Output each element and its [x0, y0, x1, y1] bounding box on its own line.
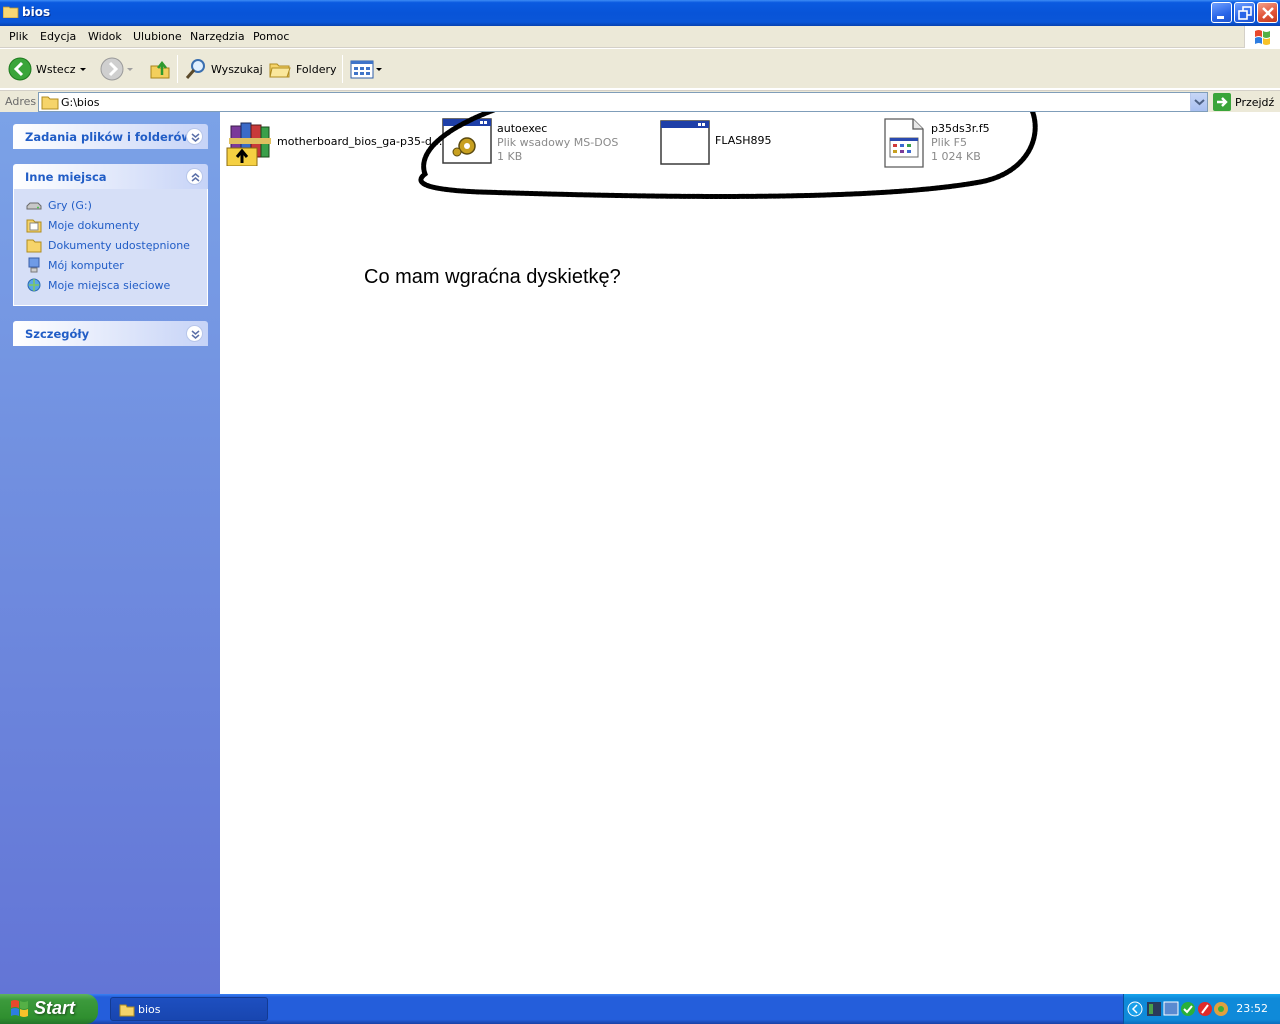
toolbar-separator [177, 55, 178, 83]
place-moje-dokumenty[interactable]: Moje dokumenty [26, 217, 140, 233]
clock: 23:52 [1236, 1002, 1268, 1015]
menu-bar: Plik Edycja Widok Ulubione Narzędzia Pom… [0, 26, 1280, 48]
place-dokumenty-udostepnione[interactable]: Dokumenty udostępnione [26, 237, 190, 253]
other-places-panel-header[interactable]: Inne miejsca [13, 164, 208, 189]
go-button[interactable]: Przejdź [1213, 93, 1274, 111]
folder-icon [119, 1004, 135, 1017]
close-icon [1262, 7, 1274, 19]
collapse-icon[interactable] [186, 168, 203, 185]
title-bar[interactable]: bios [0, 0, 1280, 26]
up-folder-icon [150, 60, 170, 79]
place-label: Dokumenty udostępnione [48, 238, 190, 252]
folders-button[interactable]: Foldery [268, 55, 337, 83]
taskbar-window-bios[interactable]: bios [110, 997, 268, 1021]
other-places-title: Inne miejsca [25, 170, 107, 184]
menu-plik[interactable]: Plik [9, 30, 28, 43]
chevron-down-icon[interactable] [76, 57, 90, 81]
menu-widok[interactable]: Widok [88, 30, 122, 43]
shared-folder-icon [26, 239, 42, 253]
system-tray: 23:52 [1123, 994, 1280, 1024]
back-arrow-icon [8, 57, 32, 81]
search-button[interactable]: Wyszukaj [184, 55, 263, 83]
details-title: Szczegóły [25, 327, 90, 341]
menu-edycja[interactable]: Edycja [40, 30, 76, 43]
toolbar: Wstecz Wyszukaj Foldery [0, 49, 1280, 89]
restore-icon [1238, 6, 1252, 20]
network-places-icon [27, 278, 41, 292]
up-folder-button[interactable] [148, 55, 172, 83]
search-label: Wyszukaj [211, 62, 263, 76]
back-label: Wstecz [36, 62, 76, 76]
place-label: Moje dokumenty [48, 218, 140, 232]
minimize-button[interactable] [1211, 2, 1232, 23]
chevron-down-icon[interactable] [124, 57, 136, 81]
file-tasks-title: Zadania plików i folderów [25, 130, 192, 144]
close-button[interactable] [1257, 2, 1278, 23]
window-title: bios [22, 5, 51, 19]
address-dropdown-button[interactable] [1190, 93, 1207, 111]
restore-button[interactable] [1234, 2, 1255, 23]
address-label: Adres [5, 95, 37, 108]
start-button[interactable]: Start [0, 994, 98, 1024]
chevron-down-icon [1194, 99, 1205, 106]
place-label: Mój komputer [48, 258, 124, 272]
question-text: Co mam wgraćna dyskietkę? [364, 266, 621, 288]
other-places-panel-body: Gry (G:) Moje dokumenty Dokumenty udostę… [13, 189, 208, 306]
place-label: Gry (G:) [48, 198, 92, 212]
details-panel-header[interactable]: Szczegóły [13, 321, 208, 346]
views-icon [350, 60, 382, 79]
place-moje-miejsca-sieciowe[interactable]: Moje miejsca sieciowe [26, 277, 170, 293]
file-list-area[interactable]: motherboard_bios_ga-p35-d... autoexec Pl… [220, 112, 1280, 994]
address-value[interactable]: G:\bios [61, 96, 99, 109]
file-tasks-panel-header[interactable]: Zadania plików i folderów [13, 124, 208, 149]
folders-label: Foldery [296, 62, 337, 76]
place-moj-komputer[interactable]: Mój komputer [26, 257, 124, 273]
go-label: Przejdź [1235, 95, 1275, 109]
search-icon [185, 59, 205, 79]
taskbar: Start bios 23:52 [0, 994, 1280, 1024]
place-label: Moje miejsca sieciowe [48, 278, 171, 292]
forward-arrow-icon [100, 57, 124, 81]
back-button[interactable]: Wstecz [8, 55, 90, 83]
windows-logo-icon [11, 1000, 28, 1017]
address-field[interactable]: G:\bios [38, 92, 1208, 112]
menu-pomoc[interactable]: Pomoc [253, 30, 289, 43]
menu-ulubione[interactable]: Ulubione [133, 30, 182, 43]
folder-icon [3, 6, 19, 18]
expand-icon[interactable] [186, 325, 203, 342]
drive-icon [26, 202, 42, 210]
minimize-icon [1217, 16, 1224, 19]
my-documents-icon [26, 219, 42, 233]
menu-narzedzia[interactable]: Narzędzia [190, 30, 245, 43]
tray-icons [1127, 1001, 1228, 1017]
toolbar-separator [342, 55, 343, 83]
taskbar-window-label: bios [138, 1003, 161, 1016]
expand-icon[interactable] [186, 128, 203, 145]
views-button[interactable] [349, 55, 383, 83]
windows-logo-icon [1244, 26, 1280, 48]
folder-icon [41, 96, 59, 110]
address-bar: Adres G:\bios Przejdź [0, 90, 1280, 112]
forward-button[interactable] [100, 55, 136, 83]
folders-icon [269, 63, 291, 78]
place-gry-drive[interactable]: Gry (G:) [26, 197, 92, 213]
hand-drawn-circle-annotation [418, 112, 1038, 199]
task-pane: Zadania plików i folderów Inne miejsca G… [0, 112, 220, 994]
go-arrow-icon [1213, 93, 1231, 111]
computer-icon [28, 257, 40, 273]
start-label: Start [34, 998, 76, 1018]
